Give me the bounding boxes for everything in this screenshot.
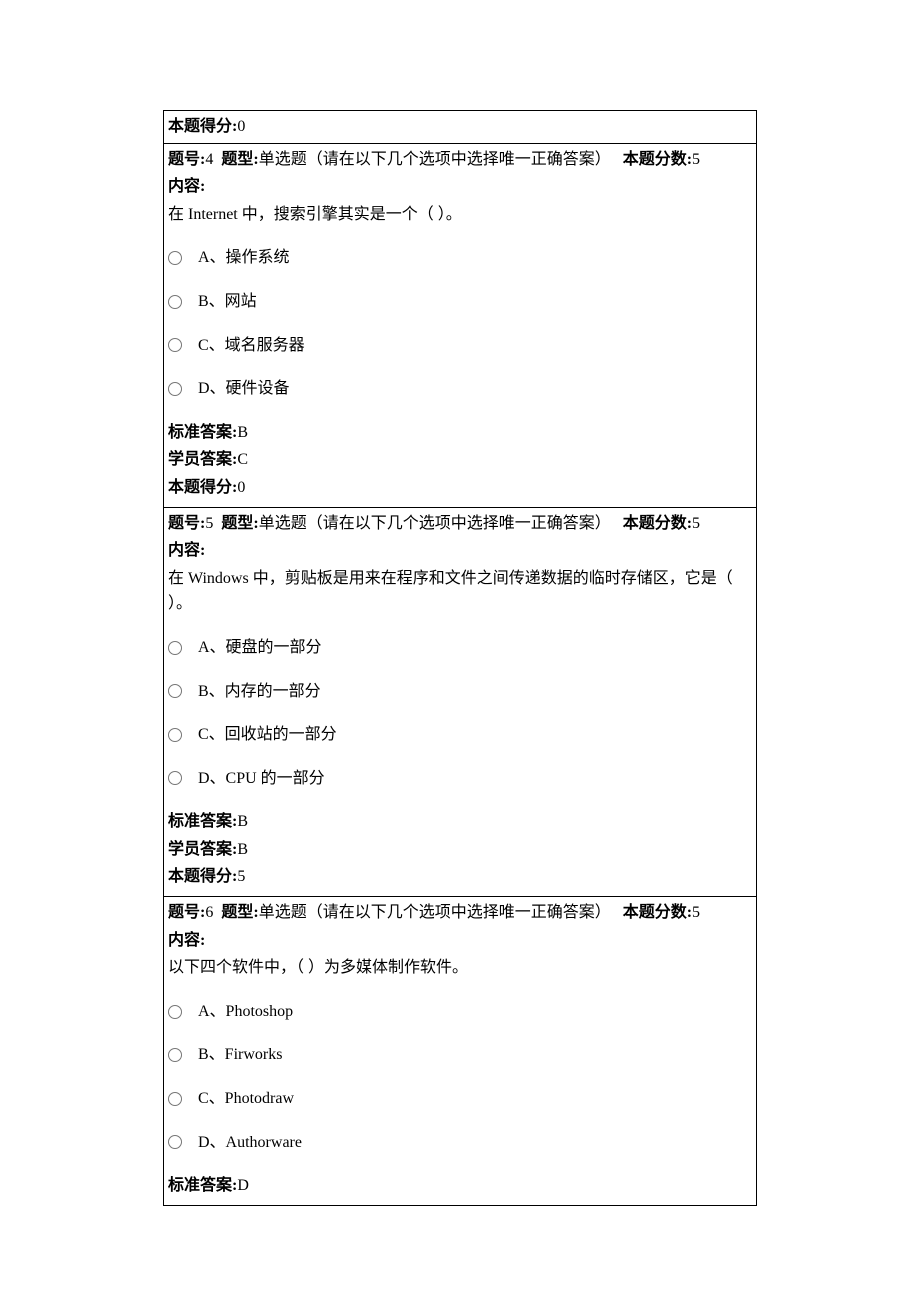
student-label: 学员答案:	[168, 841, 237, 858]
option-row: D、CPU 的一部分	[168, 766, 752, 792]
qpoints-label: 本题分数:	[623, 515, 692, 532]
option-row: A、Photoshop	[168, 999, 752, 1025]
option-radio[interactable]	[168, 295, 182, 309]
option-radio[interactable]	[168, 251, 182, 265]
correct-value: D	[237, 1177, 249, 1194]
correct-label: 标准答案:	[168, 813, 237, 830]
qtype-value: 单选题（请在以下几个选项中选择唯一正确答案）	[259, 515, 611, 532]
question-block: 题号:4 题型:单选题（请在以下几个选项中选择唯一正确答案） 本题分数:5 内容…	[164, 144, 756, 508]
score-label: 本题得分:	[168, 868, 237, 885]
option-row: B、Firworks	[168, 1042, 752, 1068]
answers-block: 标准答案:B 学员答案:B 本题得分:5	[168, 809, 752, 890]
qpoints-value: 5	[692, 515, 700, 532]
qpoints-label: 本题分数:	[623, 151, 692, 168]
qnum-label: 题号:	[168, 904, 205, 921]
option-radio[interactable]	[168, 1005, 182, 1019]
option-row: B、内存的一部分	[168, 679, 752, 705]
score-value: 0	[237, 479, 245, 496]
correct-value: B	[237, 813, 248, 830]
qnum-value: 4	[205, 151, 213, 168]
document-page: 本题得分:0 题号:4 题型:单选题（请在以下几个选项中选择唯一正确答案） 本题…	[0, 0, 920, 1302]
qnum-value: 5	[205, 515, 213, 532]
question-block: 题号:6 题型:单选题（请在以下几个选项中选择唯一正确答案） 本题分数:5 内容…	[164, 897, 756, 1206]
option-radio[interactable]	[168, 382, 182, 396]
option-row: D、硬件设备	[168, 376, 752, 402]
option-label: A、Photoshop	[198, 999, 293, 1025]
options-group: A、Photoshop B、Firworks C、Photodraw D、Aut…	[168, 999, 752, 1155]
option-row: A、操作系统	[168, 245, 752, 271]
option-radio[interactable]	[168, 641, 182, 655]
qnum-label: 题号:	[168, 151, 205, 168]
student-label: 学员答案:	[168, 451, 237, 468]
option-radio[interactable]	[168, 1092, 182, 1106]
option-label: C、回收站的一部分	[198, 722, 337, 748]
option-label: B、Firworks	[198, 1042, 282, 1068]
content-label: 内容:	[168, 928, 752, 954]
content-label: 内容:	[168, 538, 752, 564]
qtype-value: 单选题（请在以下几个选项中选择唯一正确答案）	[259, 904, 611, 921]
option-row: B、网站	[168, 289, 752, 315]
qtype-label: 题型:	[221, 904, 258, 921]
qtype-label: 题型:	[221, 515, 258, 532]
student-value: B	[237, 841, 248, 858]
option-row: C、域名服务器	[168, 333, 752, 359]
qtype-value: 单选题（请在以下几个选项中选择唯一正确答案）	[259, 151, 611, 168]
question-header: 题号:5 题型:单选题（请在以下几个选项中选择唯一正确答案） 本题分数:5	[168, 511, 752, 537]
question-block: 题号:5 题型:单选题（请在以下几个选项中选择唯一正确答案） 本题分数:5 内容…	[164, 508, 756, 898]
option-radio[interactable]	[168, 1135, 182, 1149]
correct-label: 标准答案:	[168, 1177, 237, 1194]
score-label: 本题得分:	[168, 118, 237, 135]
option-radio[interactable]	[168, 684, 182, 698]
score-value: 0	[237, 118, 245, 135]
option-label: C、域名服务器	[198, 333, 305, 359]
correct-label: 标准答案:	[168, 424, 237, 441]
answers-block: 标准答案:B 学员答案:C 本题得分:0	[168, 420, 752, 501]
qnum-label: 题号:	[168, 515, 205, 532]
score-label: 本题得分:	[168, 479, 237, 496]
score-value: 5	[237, 868, 245, 885]
prev-question-score-row: 本题得分:0	[164, 111, 756, 144]
option-label: B、内存的一部分	[198, 679, 321, 705]
option-label: D、硬件设备	[198, 376, 290, 402]
question-header: 题号:4 题型:单选题（请在以下几个选项中选择唯一正确答案） 本题分数:5	[168, 147, 752, 173]
qtype-label: 题型:	[221, 151, 258, 168]
question-stem: 在 Internet 中，搜索引擎其实是一个（ ）。	[168, 202, 752, 228]
student-value: C	[237, 451, 248, 468]
questions-frame: 本题得分:0 题号:4 题型:单选题（请在以下几个选项中选择唯一正确答案） 本题…	[163, 110, 757, 1206]
options-group: A、操作系统 B、网站 C、域名服务器 D、硬件设备	[168, 245, 752, 401]
qpoints-value: 5	[692, 151, 700, 168]
qpoints-label: 本题分数:	[623, 904, 692, 921]
answers-block: 标准答案:D	[168, 1173, 752, 1199]
option-label: A、操作系统	[198, 245, 290, 271]
option-row: C、回收站的一部分	[168, 722, 752, 748]
option-row: A、硬盘的一部分	[168, 635, 752, 661]
option-label: B、网站	[198, 289, 257, 315]
option-radio[interactable]	[168, 1048, 182, 1062]
option-label: A、硬盘的一部分	[198, 635, 322, 661]
option-radio[interactable]	[168, 338, 182, 352]
option-radio[interactable]	[168, 728, 182, 742]
option-label: C、Photodraw	[198, 1086, 294, 1112]
question-header: 题号:6 题型:单选题（请在以下几个选项中选择唯一正确答案） 本题分数:5	[168, 900, 752, 926]
options-group: A、硬盘的一部分 B、内存的一部分 C、回收站的一部分 D、CPU 的一部分	[168, 635, 752, 791]
option-row: C、Photodraw	[168, 1086, 752, 1112]
question-stem: 在 Windows 中，剪贴板是用来在程序和文件之间传递数据的临时存储区，它是（…	[168, 566, 752, 617]
qpoints-value: 5	[692, 904, 700, 921]
option-label: D、CPU 的一部分	[198, 766, 325, 792]
option-label: D、Authorware	[198, 1130, 302, 1156]
option-radio[interactable]	[168, 771, 182, 785]
content-label: 内容:	[168, 174, 752, 200]
question-stem: 以下四个软件中，（ ）为多媒体制作软件。	[168, 955, 752, 981]
qnum-value: 6	[205, 904, 213, 921]
correct-value: B	[237, 424, 248, 441]
option-row: D、Authorware	[168, 1130, 752, 1156]
